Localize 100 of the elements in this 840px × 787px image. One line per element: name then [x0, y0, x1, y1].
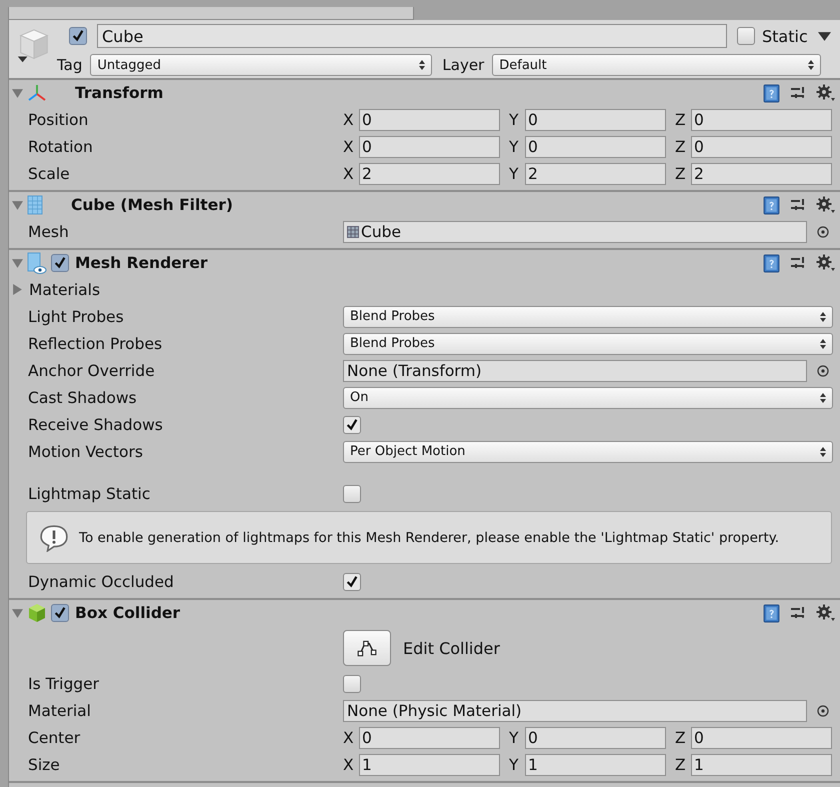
object-picker-icon[interactable] — [817, 226, 829, 238]
up-down-arrows-icon — [820, 338, 826, 348]
info-icon — [39, 524, 69, 552]
active-checkbox[interactable] — [69, 27, 87, 45]
number-field[interactable]: 2 — [359, 162, 500, 184]
checkbox[interactable] — [343, 674, 361, 692]
property-label: Size — [28, 756, 61, 774]
property-label: Position — [28, 110, 90, 128]
component-title: Cube (Mesh Filter) — [71, 196, 233, 214]
number-field[interactable]: 0 — [525, 108, 666, 130]
name-field[interactable]: Cube — [97, 24, 727, 48]
component-title: Transform — [75, 84, 164, 102]
axes-icon — [27, 83, 47, 103]
axis-label: Z — [675, 756, 687, 774]
axis-label: Z — [675, 110, 687, 128]
layer-label: Layer — [442, 56, 484, 74]
property-label: Light Probes — [28, 308, 125, 326]
preset-sliders-icon[interactable] — [790, 605, 806, 621]
preset-sliders-icon[interactable] — [790, 255, 806, 271]
foldout-label[interactable]: Materials — [29, 280, 100, 298]
axis-label: X — [343, 164, 355, 182]
foldout-arrow-icon[interactable] — [12, 258, 23, 268]
static-label: Static — [762, 26, 808, 46]
up-down-arrows-icon — [419, 60, 426, 70]
property-label: Anchor Override — [28, 362, 156, 380]
help-book-icon[interactable] — [763, 254, 780, 272]
object-field[interactable]: None (Physic Material) — [343, 700, 807, 722]
checkbox[interactable] — [343, 484, 361, 502]
object-field[interactable]: Cube — [343, 220, 807, 242]
up-down-arrows-icon — [820, 392, 826, 402]
settings-icon[interactable] — [816, 196, 836, 214]
number-field[interactable]: 1 — [525, 754, 666, 776]
mesh-eye-icon — [27, 252, 47, 274]
property-label: Rotation — [28, 138, 94, 156]
axis-label: Z — [675, 728, 687, 746]
property-label: Mesh — [28, 222, 70, 240]
foldout-arrow-icon[interactable] — [12, 284, 23, 295]
object-picker-icon[interactable] — [817, 364, 829, 376]
settings-icon[interactable] — [816, 254, 836, 272]
up-down-arrows-icon — [820, 446, 826, 456]
axis-label: X — [343, 756, 355, 774]
axis-label: Y — [509, 164, 520, 182]
foldout-arrow-icon[interactable] — [12, 88, 23, 98]
settings-icon[interactable] — [816, 604, 836, 622]
edit-collider-button[interactable] — [343, 630, 391, 666]
component-title: Mesh Renderer — [75, 254, 208, 272]
number-field[interactable]: 0 — [525, 726, 666, 748]
tag-dropdown[interactable]: Untagged — [90, 54, 432, 76]
number-field[interactable]: 1 — [359, 754, 500, 776]
number-field[interactable]: 0 — [691, 108, 832, 130]
object-field[interactable]: None (Transform) — [343, 360, 807, 382]
property-label: Motion Vectors — [28, 442, 144, 460]
help-book-icon[interactable] — [763, 604, 780, 622]
preset-sliders-icon[interactable] — [790, 197, 806, 213]
number-field[interactable]: 0 — [359, 726, 500, 748]
number-field[interactable]: 0 — [359, 108, 500, 130]
dropdown-arrow-icon[interactable] — [818, 32, 831, 40]
polyline-icon — [356, 639, 378, 657]
enabled-checkbox[interactable] — [51, 604, 69, 622]
axis-label: Z — [675, 164, 687, 182]
axis-label: X — [343, 138, 355, 156]
enabled-checkbox[interactable] — [51, 254, 69, 272]
number-field[interactable]: 0 — [525, 136, 666, 158]
cube-icon — [27, 603, 47, 623]
dropdown[interactable]: Blend Probes — [343, 332, 833, 354]
checkbox[interactable] — [343, 572, 361, 590]
property-label: Center — [28, 728, 82, 746]
object-picker-icon[interactable] — [817, 704, 829, 716]
axis-label: Y — [509, 138, 520, 156]
preset-sliders-icon[interactable] — [790, 85, 806, 101]
property-label: Scale — [28, 164, 71, 182]
layer-dropdown[interactable]: Default — [492, 54, 822, 76]
property-label: Receive Shadows — [28, 416, 164, 434]
checkbox[interactable] — [343, 416, 361, 434]
number-field[interactable]: 1 — [691, 754, 832, 776]
dropdown[interactable]: On — [343, 386, 833, 408]
settings-icon[interactable] — [816, 84, 836, 102]
number-field[interactable]: 0 — [691, 726, 832, 748]
property-label: Material — [28, 702, 92, 720]
property-label: Cast Shadows — [28, 388, 138, 406]
axis-label: Y — [509, 728, 520, 746]
property-label: Is Trigger — [28, 674, 100, 692]
foldout-arrow-icon[interactable] — [12, 608, 23, 618]
axis-label: Y — [509, 756, 520, 774]
help-book-icon[interactable] — [763, 196, 780, 214]
tag-label: Tag — [57, 56, 82, 74]
number-field[interactable]: 0 — [691, 136, 832, 158]
number-field[interactable]: 2 — [525, 162, 666, 184]
dropdown[interactable]: Blend Probes — [343, 306, 833, 328]
static-checkbox[interactable] — [737, 27, 755, 45]
number-field[interactable]: 2 — [691, 162, 832, 184]
help-book-icon[interactable] — [763, 84, 780, 102]
component-title: Box Collider — [75, 604, 180, 622]
property-label: Reflection Probes — [28, 334, 164, 352]
dropdown[interactable]: Per Object Motion — [343, 440, 833, 462]
number-field[interactable]: 0 — [359, 136, 500, 158]
foldout-arrow-icon[interactable] — [12, 200, 23, 210]
up-down-arrows-icon — [808, 60, 814, 70]
button-label: Edit Collider — [403, 638, 500, 658]
property-label: Dynamic Occluded — [28, 572, 175, 590]
